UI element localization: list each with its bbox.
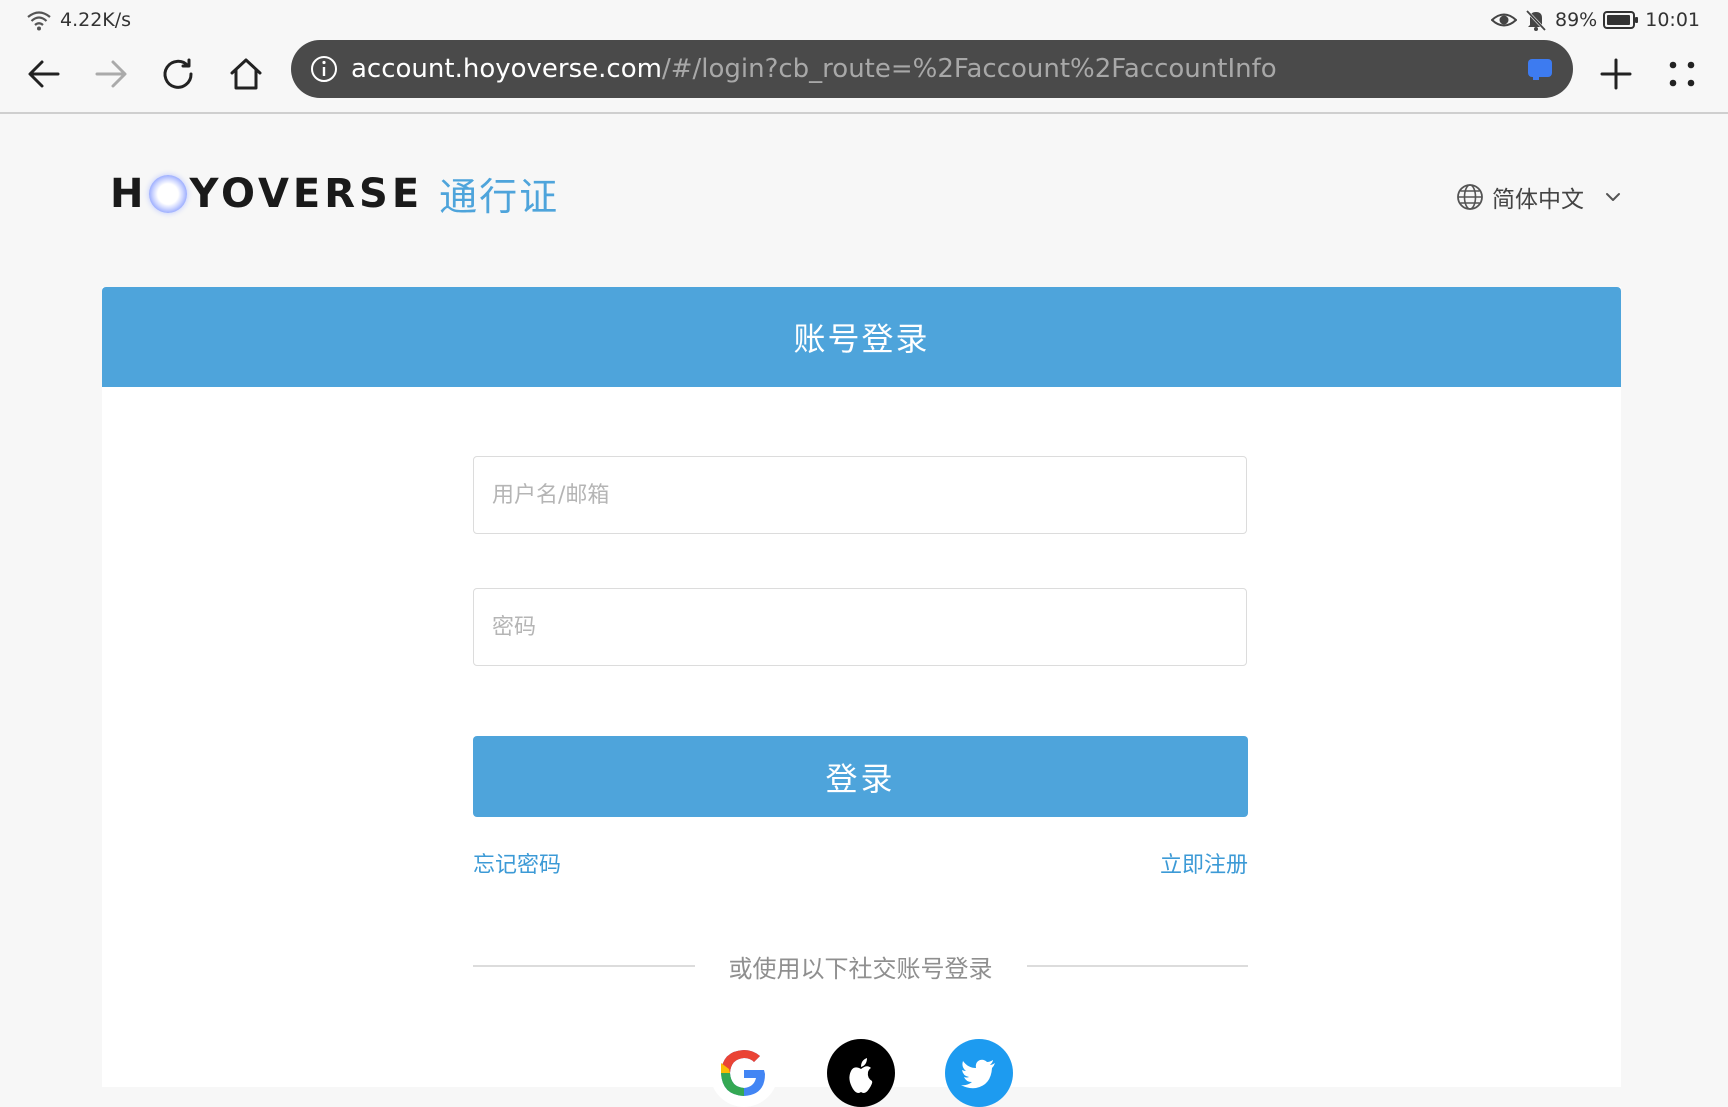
home-button[interactable] [220,48,272,100]
hoyoverse-logo[interactable]: H YOVERSE 通行证 [110,166,559,221]
login-title: 账号登录 [793,320,930,358]
logo-wordmark: H YOVERSE [110,171,423,217]
social-divider: 或使用以下社交账号登录 [473,951,1248,983]
wifi-icon [27,11,51,31]
new-tab-button[interactable] [1590,48,1642,100]
status-right: 89% 10:01 [1491,9,1700,31]
logo-passport-text: 通行证 [439,175,560,219]
forward-button[interactable] [85,48,137,100]
language-selector[interactable]: 简体中文 [1456,180,1624,214]
home-icon [230,58,262,90]
twitter-icon [961,1059,995,1089]
browser-toolbar: account.hoyoverse.com/#/login?cb_route=%… [0,40,1728,114]
battery-percent: 89% [1555,9,1598,31]
social-divider-text: 或使用以下社交账号登录 [728,954,993,983]
language-label: 简体中文 [1492,187,1584,213]
reload-button[interactable] [152,48,204,100]
google-login-button[interactable] [710,1039,778,1107]
menu-dots-icon [1669,61,1695,87]
plus-icon [1600,58,1632,90]
twitter-login-button[interactable] [945,1039,1013,1107]
status-left: 4.22K/s [26,9,131,31]
forgot-password-link[interactable]: 忘记密码 [473,847,561,879]
info-icon[interactable] [309,54,339,84]
globe-icon [1457,184,1483,210]
back-arrow-icon [28,60,60,88]
status-bar: 4.22K/s 89% 10:01 [0,0,1728,40]
forward-arrow-icon [95,60,127,88]
menu-button[interactable] [1656,48,1708,100]
divider-line-right [1026,965,1248,967]
url-host: account.hoyoverse.com [351,54,662,84]
tab-icon[interactable] [1527,57,1553,81]
apple-login-button[interactable] [827,1039,895,1107]
url-text[interactable]: account.hoyoverse.com/#/login?cb_route=%… [351,54,1277,84]
network-speed: 4.22K/s [60,9,132,31]
login-button[interactable]: 登录 [473,736,1248,817]
chevron-down-icon [1606,193,1620,201]
login-card-header: 账号登录 [102,287,1621,387]
logo-word-right: YOVERSE [189,170,424,217]
divider-line-left [473,965,695,967]
login-card: 账号登录 登录 忘记密码 立即注册 或使用以下社交账号登录 [102,287,1621,1107]
logo-orb-icon [149,174,188,213]
password-input[interactable] [473,588,1247,666]
clock: 10:01 [1645,9,1700,31]
reload-icon [163,58,193,89]
bell-off-icon [1525,9,1547,31]
address-bar[interactable]: account.hoyoverse.com/#/login?cb_route=%… [291,40,1573,98]
google-icon [710,1039,778,1107]
eye-icon [1491,13,1517,27]
battery-icon [1603,11,1639,29]
username-input[interactable] [473,456,1247,534]
register-link[interactable]: 立即注册 [1160,847,1248,879]
logo-word-left: H [110,170,148,217]
back-button[interactable] [18,48,70,100]
page-header: H YOVERSE 通行证 简体中文 [0,114,1728,284]
url-path: /#/login?cb_route=%2Faccount%2FaccountIn… [661,54,1277,84]
apple-icon [849,1058,873,1093]
